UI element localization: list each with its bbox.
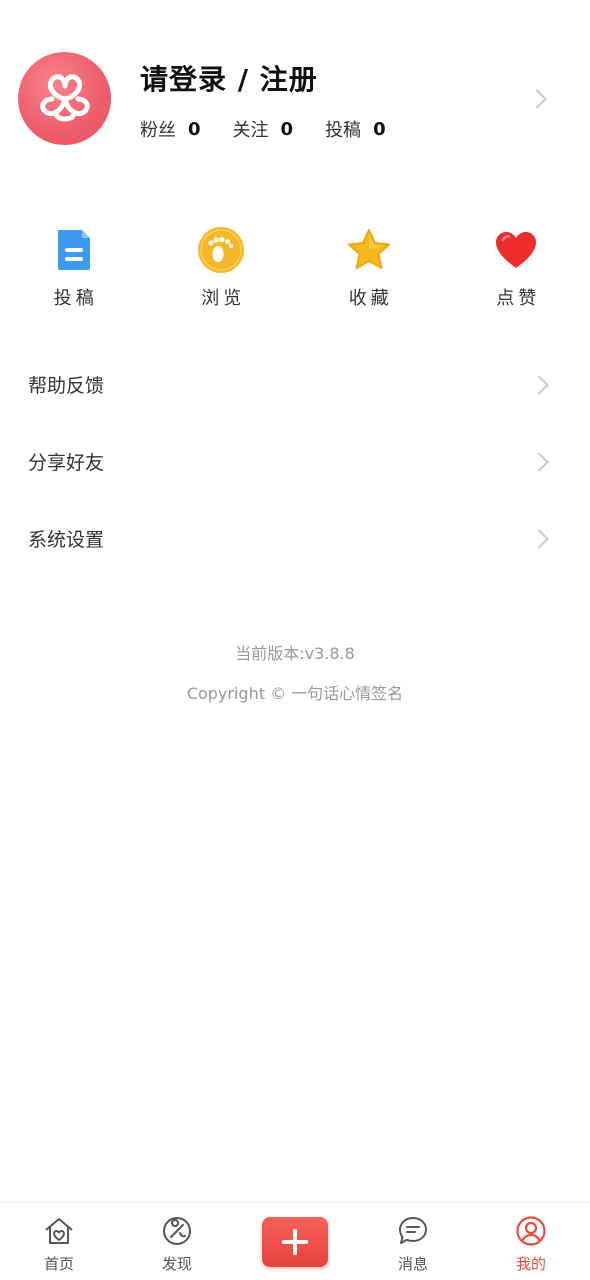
chevron-right-icon bbox=[529, 529, 549, 549]
action-label: 投稿 bbox=[53, 288, 98, 309]
action-post[interactable]: 投稿 bbox=[0, 226, 148, 316]
stat-value: 0 bbox=[373, 118, 386, 140]
home-icon bbox=[43, 1215, 75, 1247]
plus-icon bbox=[282, 1229, 308, 1255]
heart-icon bbox=[492, 226, 540, 274]
star-icon bbox=[345, 226, 393, 274]
message-icon bbox=[397, 1215, 429, 1247]
clover-logo-icon bbox=[39, 73, 90, 121]
menu-item-share-friends[interactable]: 分享好友 bbox=[0, 423, 590, 500]
bottom-tab-bar: 首页 发现 消息 我的 bbox=[0, 1202, 590, 1280]
tab-label: 首页 bbox=[43, 1255, 74, 1273]
menu-item-label: 系统设置 bbox=[28, 529, 105, 551]
stat-label: 投稿 bbox=[325, 120, 362, 141]
action-favorite[interactable]: 收藏 bbox=[295, 226, 443, 316]
login-register-link[interactable]: 请登录 / 注册 bbox=[140, 58, 318, 98]
stat-label: 粉丝 bbox=[140, 120, 176, 141]
version-text: 当前版本:v3.8.8 bbox=[235, 644, 355, 663]
discover-icon bbox=[161, 1215, 193, 1247]
settings-menu: 帮助反馈 分享好友 系统设置 bbox=[0, 346, 590, 577]
action-label: 收藏 bbox=[348, 288, 393, 309]
stat-following[interactable]: 关注 0 bbox=[233, 116, 294, 142]
profile-stats: 粉丝 0 关注 0 投稿 0 bbox=[140, 116, 418, 142]
chevron-right-icon bbox=[529, 452, 549, 472]
tab-home[interactable]: 首页 bbox=[0, 1203, 118, 1280]
tab-publish[interactable] bbox=[236, 1203, 354, 1280]
stat-value: 0 bbox=[188, 118, 201, 140]
user-icon bbox=[515, 1215, 547, 1247]
action-label: 点赞 bbox=[496, 288, 541, 309]
footprint-icon bbox=[197, 226, 245, 274]
copyright-text: Copyright © 一句话心情签名 bbox=[186, 684, 404, 703]
menu-item-help-feedback[interactable]: 帮助反馈 bbox=[0, 346, 590, 423]
action-browse[interactable]: 浏览 bbox=[148, 226, 296, 316]
document-icon bbox=[50, 226, 98, 274]
action-label: 浏览 bbox=[201, 288, 246, 309]
action-like[interactable]: 点赞 bbox=[443, 226, 590, 316]
chevron-right-icon bbox=[527, 89, 547, 109]
stat-value: 0 bbox=[280, 118, 294, 140]
app-info: 当前版本:v3.8.8 Copyright © 一句话心情签名 bbox=[0, 640, 590, 708]
quick-actions: 投稿 浏览 收藏 点赞 bbox=[0, 226, 590, 316]
menu-item-system-settings[interactable]: 系统设置 bbox=[0, 500, 590, 577]
tab-mine[interactable]: 我的 bbox=[472, 1203, 590, 1280]
menu-item-label: 分享好友 bbox=[28, 452, 105, 474]
stat-posts[interactable]: 投稿 0 bbox=[325, 116, 386, 142]
profile-page: 请登录 / 注册 粉丝 0 关注 0 投稿 0 投稿 浏览 收藏 点赞 帮助反馈… bbox=[0, 0, 590, 1280]
tab-label: 我的 bbox=[515, 1255, 546, 1273]
tab-messages[interactable]: 消息 bbox=[354, 1203, 472, 1280]
chevron-right-icon bbox=[529, 375, 549, 395]
tab-discover[interactable]: 发现 bbox=[118, 1203, 236, 1280]
stat-fans[interactable]: 粉丝 0 bbox=[140, 116, 201, 142]
tab-label: 消息 bbox=[397, 1255, 428, 1273]
stat-label: 关注 bbox=[232, 120, 269, 141]
avatar[interactable] bbox=[18, 52, 111, 145]
profile-header[interactable]: 请登录 / 注册 粉丝 0 关注 0 投稿 0 bbox=[0, 0, 590, 200]
menu-item-label: 帮助反馈 bbox=[28, 375, 105, 397]
add-post-button[interactable] bbox=[262, 1217, 328, 1267]
tab-label: 发现 bbox=[161, 1255, 192, 1273]
